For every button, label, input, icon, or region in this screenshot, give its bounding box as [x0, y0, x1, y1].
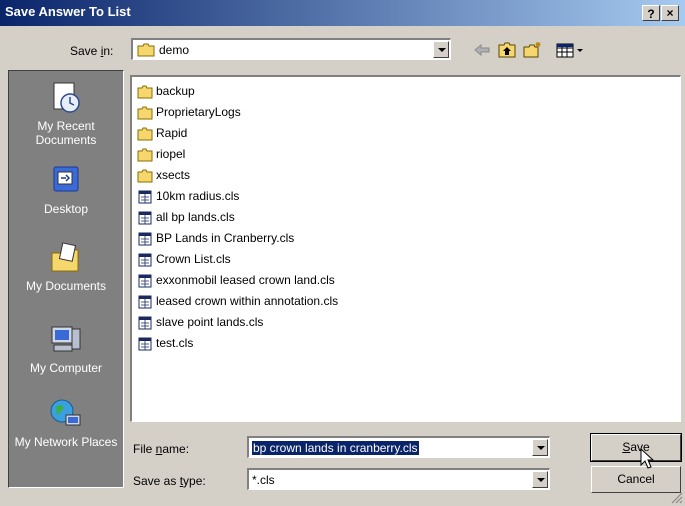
- cls-file-icon: [138, 316, 152, 330]
- folder-list-item[interactable]: Rapid: [137, 123, 187, 143]
- cancel-button-label: Cancel: [617, 472, 655, 486]
- folder-icon: [137, 148, 153, 162]
- item-name: BP Lands in Cranberry.cls: [156, 231, 295, 245]
- folder-list-item[interactable]: ProprietaryLogs: [137, 102, 241, 122]
- file-name-value: bp crown lands in cranberry.cls: [252, 441, 419, 455]
- file-list-item[interactable]: leased crown within annotation.cls: [137, 291, 338, 311]
- save-dialog: Save Answer To List ? × Save in: demo My…: [0, 0, 685, 506]
- window-title: Save Answer To List: [5, 4, 131, 19]
- place-desktop[interactable]: Desktop: [9, 164, 123, 216]
- folder-icon: [137, 169, 153, 183]
- folder-icon: [137, 127, 153, 141]
- save-button[interactable]: Save: [590, 433, 682, 462]
- item-name: leased crown within annotation.cls: [156, 294, 339, 308]
- item-name: riopel: [156, 147, 186, 161]
- save-in-label: Save in:: [70, 44, 114, 58]
- item-name: exxonmobil leased crown land.cls: [156, 273, 335, 287]
- file-list-item[interactable]: exxonmobil leased crown land.cls: [137, 270, 335, 290]
- my-documents-icon: [51, 242, 79, 272]
- chevron-down-icon[interactable]: [433, 41, 449, 58]
- places-bar: My Recent Documents Desktop My Documents: [8, 70, 124, 488]
- folder-list-item[interactable]: xsects: [137, 165, 190, 185]
- item-name: all bp lands.cls: [156, 210, 235, 224]
- item-name: xsects: [156, 168, 191, 182]
- save-type-label: Save as type:: [133, 474, 206, 488]
- save-in-dropdown[interactable]: demo: [131, 38, 451, 60]
- folder-list-item[interactable]: backup: [137, 81, 195, 101]
- place-label: My Network Places: [14, 435, 118, 449]
- chevron-down-icon[interactable]: [532, 439, 548, 456]
- up-folder-icon[interactable]: [497, 40, 517, 60]
- cls-file-icon: [138, 274, 152, 288]
- cls-file-icon: [138, 253, 152, 267]
- save-in-value: demo: [159, 43, 190, 57]
- save-type-dropdown[interactable]: *.cls: [247, 468, 550, 490]
- file-list-item[interactable]: BP Lands in Cranberry.cls: [137, 228, 294, 248]
- new-folder-icon[interactable]: [522, 40, 542, 60]
- file-name-label: File name:: [133, 442, 190, 456]
- place-my-computer[interactable]: My Computer: [9, 323, 123, 375]
- file-list-item[interactable]: slave point lands.cls: [137, 312, 263, 332]
- item-name: ProprietaryLogs: [156, 105, 241, 119]
- folder-icon: [137, 43, 155, 57]
- mouse-cursor-icon: [640, 448, 655, 469]
- file-list[interactable]: backup ProprietaryLogs Rapid riopel xsects 10…: [130, 75, 681, 422]
- item-name: Rapid: [156, 126, 188, 140]
- cls-file-icon: [138, 295, 152, 309]
- cls-file-icon: [138, 211, 152, 225]
- file-list-item[interactable]: Crown List.cls: [137, 249, 231, 269]
- item-name: test.cls: [156, 336, 194, 350]
- item-name: slave point lands.cls: [156, 315, 264, 329]
- file-list-item[interactable]: all bp lands.cls: [137, 207, 235, 227]
- place-my-recent-documents[interactable]: My Recent Documents: [9, 81, 123, 147]
- desktop-icon: [53, 166, 79, 192]
- close-button[interactable]: ×: [661, 5, 679, 21]
- network-places-icon: [50, 399, 81, 426]
- file-name-input[interactable]: bp crown lands in cranberry.cls: [247, 436, 550, 458]
- my-computer-icon: [51, 326, 81, 352]
- view-menu-icon[interactable]: [555, 40, 587, 60]
- place-my-network-places[interactable]: My Network Places: [9, 397, 123, 449]
- place-my-documents[interactable]: My Documents: [9, 241, 123, 293]
- chevron-down-icon[interactable]: [532, 471, 548, 488]
- place-label: My Computer: [29, 361, 103, 375]
- cls-file-icon: [138, 232, 152, 246]
- folder-icon: [137, 85, 153, 99]
- back-arrow-icon[interactable]: [472, 40, 492, 60]
- file-list-item[interactable]: test.cls: [137, 333, 193, 353]
- file-list-item[interactable]: 10km radius.cls: [137, 186, 239, 206]
- help-button[interactable]: ?: [642, 5, 660, 21]
- cancel-button[interactable]: Cancel: [591, 466, 681, 493]
- title-bar[interactable]: Save Answer To List ? ×: [0, 0, 685, 26]
- folder-icon: [137, 106, 153, 120]
- cls-file-icon: [138, 337, 152, 351]
- place-label: Desktop: [43, 202, 89, 216]
- recent-documents-icon: [53, 82, 80, 113]
- place-label: My Documents: [25, 279, 107, 293]
- resize-grip-icon[interactable]: [671, 492, 683, 504]
- item-name: 10km radius.cls: [156, 189, 240, 203]
- item-name: backup: [156, 84, 195, 98]
- item-name: Crown List.cls: [156, 252, 231, 266]
- folder-list-item[interactable]: riopel: [137, 144, 185, 164]
- place-label: My Recent Documents: [35, 119, 97, 147]
- cls-file-icon: [138, 190, 152, 204]
- save-type-value: *.cls: [252, 473, 275, 487]
